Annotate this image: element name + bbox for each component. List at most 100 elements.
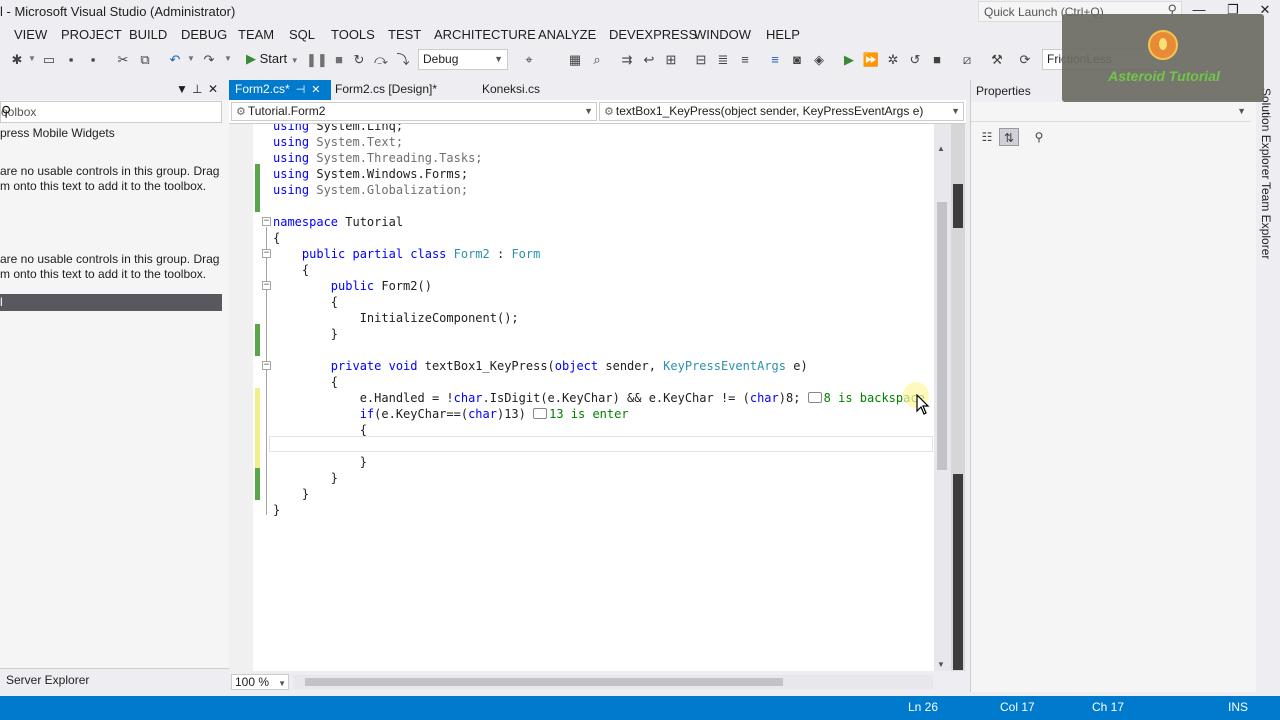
- code-line-class: public partial class Form2 : Form: [273, 247, 541, 261]
- tab-form2-design[interactable]: Form2.cs [Design]*: [329, 80, 443, 100]
- code-line-method: private void textBox1_KeyPress(object se…: [273, 359, 808, 373]
- window-icon[interactable]: ◙: [788, 51, 806, 69]
- code-line-13: }: [273, 327, 339, 341]
- format-icon[interactable]: ⊟: [692, 51, 710, 69]
- class-dropdown-value: Tutorial.Form2: [247, 104, 326, 118]
- code-line-15: {: [273, 375, 339, 389]
- code-line-constructor: public Form2(): [273, 279, 432, 293]
- code-navigation-bar: ⚙ Tutorial.Form2 ▼ ⚙ textBox1_KeyPress(obj…: [229, 100, 966, 124]
- comment-icon: [807, 392, 822, 403]
- menu-team[interactable]: TEAM: [238, 27, 274, 42]
- outdent-icon[interactable]: ≡: [736, 51, 754, 69]
- search-icon[interactable]: ⚲: [1, 103, 215, 120]
- refresh-icon[interactable]: ↺: [906, 51, 924, 69]
- debug-option-icon[interactable]: ✲: [884, 51, 902, 69]
- indent-icon[interactable]: ≣: [714, 51, 732, 69]
- menu-project[interactable]: PROJECT: [61, 27, 122, 42]
- stop-icon[interactable]: ■: [330, 51, 348, 69]
- categorized-icon[interactable]: ☷: [977, 128, 997, 146]
- breakpoints-icon[interactable]: ◈: [810, 51, 828, 69]
- scroll-down-icon[interactable]: ▼: [937, 660, 945, 669]
- align-icon[interactable]: ≡: [766, 51, 784, 69]
- member-dropdown[interactable]: ⚙ textBox1_KeyPress(object sender, KeyPre…: [599, 102, 964, 121]
- copy-icon[interactable]: ⧉: [136, 51, 154, 69]
- toolbox-search-input[interactable]: oolbox ⚲: [0, 101, 222, 123]
- close-icon[interactable]: ✕: [311, 83, 320, 96]
- find-icon[interactable]: ▦: [566, 51, 584, 69]
- tab-koneksi-cs[interactable]: Koneksi.cs: [476, 80, 546, 100]
- scroll-up-icon[interactable]: ▲: [937, 144, 945, 153]
- tab-form2-cs[interactable]: Form2.cs* ⊣ ✕: [229, 80, 331, 100]
- indicator-margin[interactable]: [229, 124, 253, 671]
- editor-horizontal-scrollbar[interactable]: [293, 675, 933, 689]
- sync-icon[interactable]: ⟳: [1016, 51, 1034, 69]
- collapse-namespace-icon[interactable]: −: [262, 217, 271, 226]
- start-debugging-button[interactable]: ▶ Start ▼: [246, 51, 299, 69]
- menu-tools[interactable]: TOOLS: [331, 27, 375, 42]
- undo-dropdown-icon[interactable]: ▼: [187, 54, 195, 63]
- menu-sql[interactable]: SQL: [289, 27, 315, 42]
- pin-icon[interactable]: ⊥: [192, 82, 202, 96]
- navigate-back-icon[interactable]: ↩: [640, 51, 658, 69]
- attach-icon[interactable]: ⧄: [958, 51, 976, 69]
- cut-icon[interactable]: ✂: [114, 51, 132, 69]
- menu-test[interactable]: TEST: [388, 27, 421, 42]
- collapse-class-icon[interactable]: −: [262, 249, 271, 258]
- properties-object-select[interactable]: ▼: [971, 102, 1251, 122]
- toolbox-group-mobile-widgets[interactable]: press Mobile Widgets: [0, 126, 115, 140]
- open-file-icon[interactable]: ▭: [40, 51, 58, 69]
- collapse-method-icon[interactable]: −: [262, 361, 271, 370]
- scroll-thumb[interactable]: [937, 202, 947, 470]
- menu-analyze[interactable]: ANALYZE: [538, 27, 596, 42]
- close-icon[interactable]: ✕: [208, 82, 218, 96]
- scroll-map[interactable]: [951, 124, 965, 671]
- bookmark-icon[interactable]: ⇉: [618, 51, 636, 69]
- editor-vertical-scrollbar[interactable]: ▲ ▼: [934, 124, 951, 671]
- restart-icon[interactable]: ↻: [350, 51, 368, 69]
- code-line-20: }: [273, 455, 367, 469]
- start-dropdown-icon[interactable]: ▼: [291, 56, 299, 65]
- redo-icon[interactable]: ↷: [200, 51, 218, 69]
- properties-title: Properties: [976, 84, 1031, 98]
- menu-architecture[interactable]: ARCHITECTURE: [434, 27, 536, 42]
- menu-build[interactable]: BUILD: [129, 27, 167, 42]
- class-dropdown[interactable]: ⚙ Tutorial.Form2 ▼: [231, 102, 597, 121]
- save-all-icon[interactable]: ▪: [84, 51, 102, 69]
- code-line-12: InitializeComponent();: [273, 311, 519, 325]
- member-dropdown-value: textBox1_KeyPress(object sender, KeyPres…: [615, 104, 924, 118]
- pin-icon[interactable]: ⊣: [296, 83, 306, 96]
- undo-icon[interactable]: ↶: [166, 51, 184, 69]
- continue-icon[interactable]: ▶: [840, 51, 858, 69]
- solution-configuration-select[interactable]: Debug ▼: [418, 49, 508, 70]
- stop-debug-icon[interactable]: ■: [928, 51, 946, 69]
- save-icon[interactable]: ▪: [62, 51, 80, 69]
- step-over-icon[interactable]: ⤵: [394, 51, 412, 69]
- run-to-cursor-icon[interactable]: ⏩: [862, 51, 880, 69]
- menu-view[interactable]: VIEW: [14, 27, 47, 42]
- tab-team-explorer[interactable]: Team Explorer: [1259, 182, 1273, 259]
- new-project-icon[interactable]: ✱: [8, 51, 26, 69]
- collapse-constructor-icon[interactable]: −: [262, 281, 271, 290]
- property-pages-icon[interactable]: ⚲: [1029, 128, 1049, 146]
- toolbox-group-selected[interactable]: l: [0, 294, 222, 311]
- redo-dropdown-icon[interactable]: ▼: [224, 54, 232, 63]
- menu-help[interactable]: HELP: [766, 27, 800, 42]
- server-explorer-tab[interactable]: Server Explorer: [0, 668, 229, 692]
- target-icon[interactable]: ⌖: [520, 51, 538, 69]
- menu-window[interactable]: WINDOW: [694, 27, 751, 42]
- tools-icon[interactable]: ⚒: [988, 51, 1006, 69]
- panel-dropdown-icon[interactable]: ▼: [176, 82, 188, 96]
- toolbox-empty-note-2: are no usable controls in this group. Dr…: [0, 252, 220, 281]
- code-editor[interactable]: − − − − using System.Linq; using System.…: [229, 124, 937, 671]
- comment-icon[interactable]: ⊞: [662, 51, 680, 69]
- step-icon[interactable]: ⤼: [372, 51, 390, 69]
- find-in-files-icon[interactable]: ⌕: [588, 51, 606, 69]
- menu-debug[interactable]: DEBUG: [181, 27, 227, 42]
- pause-icon[interactable]: ❚❚: [306, 51, 328, 69]
- alphabetical-icon[interactable]: ⇅: [999, 128, 1019, 146]
- menu-devexpress[interactable]: DEVEXPRESS: [609, 27, 697, 42]
- zoom-select[interactable]: 100 % ▼: [231, 674, 289, 690]
- scroll-thumb[interactable]: [305, 678, 783, 686]
- start-label: Start: [259, 51, 288, 66]
- dropdown-arrow-icon[interactable]: ▼: [28, 54, 36, 63]
